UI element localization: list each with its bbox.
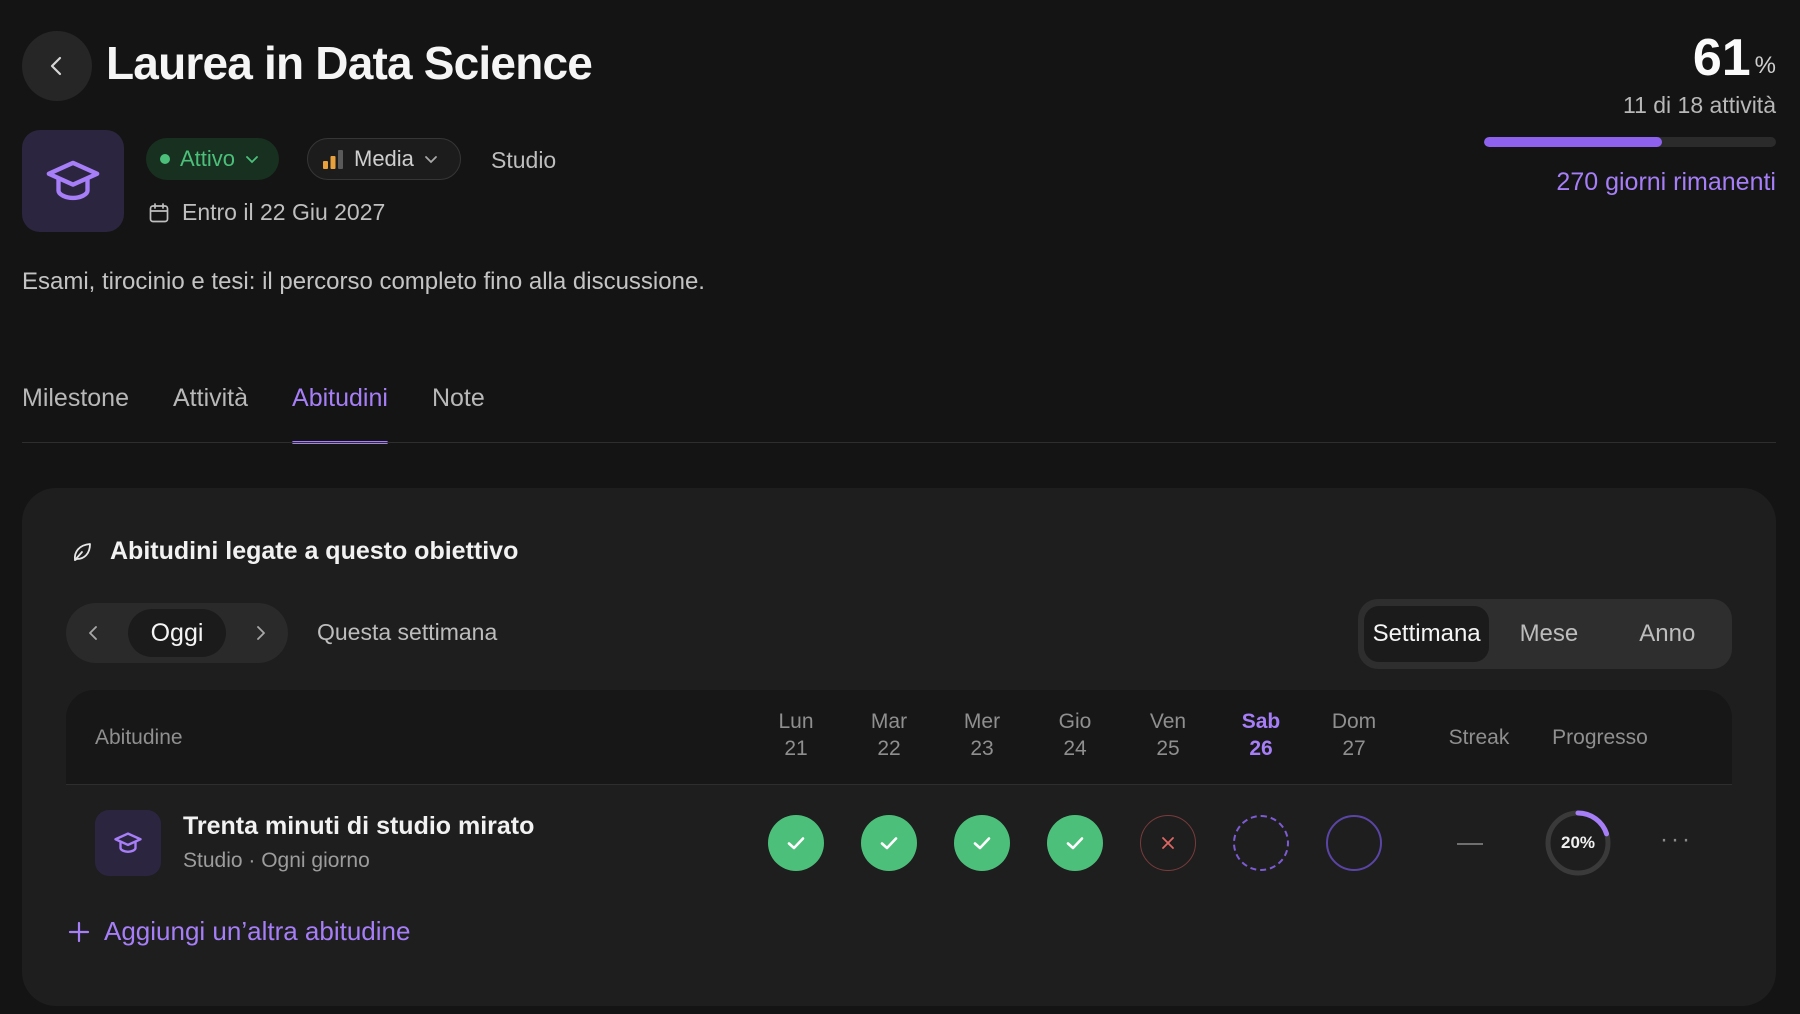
range-anno[interactable]: Anno	[1609, 606, 1726, 662]
day-name: Gio	[1058, 710, 1092, 733]
x-icon	[1162, 837, 1174, 849]
habits-card-header: Abitudini legate a questo obiettivo	[70, 537, 518, 566]
plus-icon	[68, 921, 90, 942]
priority-bars-icon	[323, 150, 343, 169]
range-segmented-control: Settimana Mese Anno	[1358, 599, 1732, 669]
streak-value	[1457, 843, 1483, 845]
chevron-down-icon	[425, 156, 437, 164]
habit-name: Trenta minuti di studio mirato	[183, 812, 535, 840]
range-mese[interactable]: Mese	[1489, 606, 1608, 662]
column-header-day: Dom 27	[1314, 708, 1394, 762]
habit-day-done[interactable]	[768, 815, 824, 871]
column-header-progress: Progresso	[1552, 726, 1648, 749]
priority-label: Media	[354, 146, 414, 171]
column-header-day: Sab 26	[1221, 708, 1301, 762]
leaf-icon	[74, 542, 91, 561]
day-name: Sab	[1241, 710, 1281, 733]
date-navigator: Oggi	[66, 603, 288, 663]
habit-icon	[95, 810, 161, 876]
current-period-label: Questa settimana	[317, 619, 498, 645]
progress-bar	[1484, 137, 1776, 147]
habit-day-done[interactable]	[861, 815, 917, 871]
check-icon	[1066, 837, 1084, 850]
column-header-day: Ven 25	[1128, 708, 1208, 762]
day-number: 22	[877, 737, 901, 760]
tab-attivita[interactable]: Attività	[173, 380, 248, 444]
calendar-icon	[149, 202, 169, 222]
range-settimana[interactable]: Settimana	[1364, 606, 1490, 662]
habits-card-title: Abitudini legate a questo obiettivo	[110, 537, 519, 565]
due-date: Entro il 22 Giu 2027	[148, 199, 385, 226]
status-label: Attivo	[180, 146, 236, 171]
habits-table: Abitudine Lun 21 Mar 22 Mer 23 Gio 24 Ven 25 Sab 26…	[66, 690, 1732, 930]
today-button[interactable]: Oggi	[128, 609, 226, 657]
day-number: 25	[1156, 737, 1180, 760]
add-habit-button[interactable]: Aggiungi un’altra abitudine	[68, 916, 410, 947]
more-options-button[interactable]: ···	[1660, 826, 1693, 854]
day-name: Mar	[870, 710, 908, 733]
day-name: Dom	[1331, 710, 1377, 733]
column-header-streak: Streak	[1448, 726, 1510, 749]
progress-percent-sign: %	[1754, 52, 1776, 79]
due-date-label: Entro il 22 Giu 2027	[182, 199, 386, 225]
tab-note[interactable]: Note	[432, 380, 485, 444]
page-title: Laurea in Data Science	[106, 37, 593, 89]
habit-day-missed[interactable]	[1140, 815, 1196, 871]
priority-dropdown[interactable]: Media	[307, 138, 461, 180]
status-dot	[160, 154, 170, 164]
column-header-day: Mer 23	[942, 708, 1022, 762]
day-name: Mer	[963, 710, 1001, 733]
day-number: 26	[1249, 737, 1273, 760]
chevron-down-icon	[246, 156, 258, 164]
tab-abitudini[interactable]: Abitudini	[292, 380, 388, 444]
graduation-cap-icon	[46, 160, 100, 201]
goal-description: Esami, tirocinio e tesi: il percorso com…	[22, 268, 705, 295]
habit-day-done[interactable]	[1047, 815, 1103, 871]
chevron-right-icon	[257, 626, 265, 640]
progress-percent-value: 61	[1692, 29, 1751, 87]
check-icon	[880, 837, 898, 850]
back-button[interactable]	[22, 31, 92, 101]
tab-milestone[interactable]: Milestone	[22, 380, 129, 444]
tab-bar: Milestone Attività Abitudini Note	[22, 380, 529, 444]
activities-count: 11 di 18 attività	[1622, 92, 1776, 118]
habit-day-done[interactable]	[954, 815, 1010, 871]
graduation-cap-icon	[114, 832, 142, 853]
column-header-day: Lun 21	[756, 708, 836, 762]
progress-percent: 61 %	[1693, 30, 1776, 86]
table-header-divider	[66, 784, 1732, 785]
chevron-left-icon	[50, 56, 62, 76]
day-number: 21	[784, 737, 808, 760]
column-header-day: Gio 24	[1035, 708, 1115, 762]
progress-bar-fill	[1484, 137, 1663, 147]
day-number: 27	[1342, 737, 1366, 760]
day-number: 23	[970, 737, 994, 760]
tabs-divider	[22, 442, 1776, 443]
column-header-habit: Abitudine	[95, 726, 183, 749]
habit-day-today[interactable]	[1233, 815, 1289, 871]
next-week-button[interactable]	[242, 615, 278, 651]
check-icon	[787, 837, 805, 850]
day-name: Lun	[778, 710, 814, 733]
habit-day-future[interactable]	[1326, 815, 1382, 871]
habit-meta: Studio · Ogni giorno	[183, 849, 370, 872]
chevron-left-icon	[89, 626, 97, 640]
category-label: Studio	[491, 147, 557, 173]
status-dropdown[interactable]: Attivo	[146, 138, 280, 180]
check-icon	[973, 837, 991, 850]
column-header-day: Mar 22	[849, 708, 929, 762]
days-remaining: 270 giorni rimanenti	[1556, 168, 1776, 196]
add-habit-label: Aggiungi un’altra abitudine	[104, 916, 411, 946]
previous-week-button[interactable]	[76, 615, 112, 651]
habit-progress-label: 20%	[1560, 833, 1596, 852]
goal-icon	[22, 130, 124, 232]
day-number: 24	[1063, 737, 1087, 760]
day-name: Ven	[1149, 710, 1187, 733]
